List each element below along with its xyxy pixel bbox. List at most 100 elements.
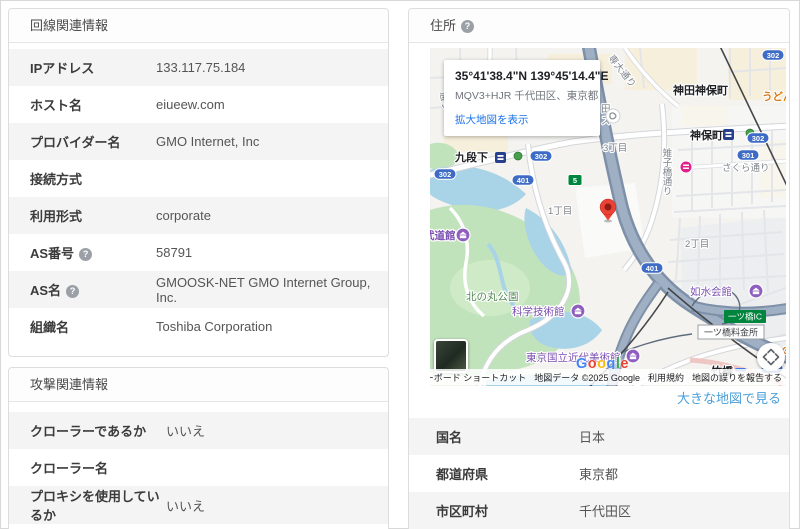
- poi-label-josui-kaikan: 如水会館: [690, 285, 732, 298]
- ic-badge-label: 一ツ橋IC: [728, 312, 762, 322]
- line-info-card: 回線関連情報 IPアドレス133.117.75.184 ホスト名eiueew.c…: [8, 8, 389, 357]
- attack-info-header: 攻撃関連情報: [9, 368, 388, 402]
- row-value: GMOOSK-NET GMO Internet Group, Inc.: [156, 275, 378, 305]
- svg-text:302: 302: [767, 51, 780, 60]
- table-row: AS名?GMOOSK-NET GMO Internet Group, Inc.: [9, 271, 388, 308]
- google-map[interactable]: 専大通り 通り 田 ス 3丁目 1丁目 2丁目 さくら通り 雉子橋通り 神田神保…: [430, 48, 786, 386]
- tollgate-badge-label: 一ツ橋料金所: [704, 327, 758, 338]
- row-label: AS名?: [30, 280, 156, 299]
- route-shield-401: 401: [512, 175, 534, 186]
- row-label: プロキシを使用しているか: [30, 486, 166, 524]
- address-card: 住所?: [408, 8, 790, 529]
- keyboard-shortcuts-button[interactable]: キーボード ショートカット: [430, 369, 530, 385]
- row-value: Toshiba Corporation: [156, 319, 272, 334]
- route-shield-302: 302: [434, 169, 456, 180]
- address-header: 住所?: [409, 9, 789, 43]
- svg-text:302: 302: [439, 170, 452, 179]
- row-value: GMO Internet, Inc: [156, 134, 259, 149]
- report-error-link[interactable]: 地図の誤りを報告する: [688, 369, 786, 385]
- street-label-sakura-dori: さくら通り: [722, 163, 770, 174]
- row-label: プロバイダー名: [30, 132, 156, 151]
- table-row: 市区町村千代田区: [409, 492, 789, 529]
- table-row: IPアドレス133.117.75.184: [9, 49, 388, 86]
- tree-icon: [514, 152, 522, 160]
- table-row: 国名日本: [409, 418, 789, 455]
- row-value: corporate: [156, 208, 211, 223]
- map-attribution: キーボード ショートカット 地図データ ©2025 Google 利用規約 地図…: [430, 369, 786, 385]
- plus-code-label: MQV3+HJR 千代田区、東京都: [455, 88, 589, 103]
- table-row: 都道府県東京都: [409, 455, 789, 492]
- attack-info-card: 攻撃関連情報 クローラーであるかいいえ クローラー名 プロキシを使用しているかい…: [8, 367, 389, 529]
- table-row: 利用形式corporate: [9, 197, 388, 234]
- table-row: プロキシを使用しているかいいえ: [9, 486, 388, 524]
- street-label-1chome: 1丁目: [548, 206, 572, 217]
- address-rows: 国名日本 都道府県東京都 市区町村千代田区: [409, 418, 789, 529]
- enlarge-map-link[interactable]: 拡大地図を表示: [455, 112, 589, 127]
- route-shield-401: 401: [641, 263, 663, 274]
- attack-info-rows: クローラーであるかいいえ クローラー名 プロキシを使用しているかいいえ: [9, 412, 388, 524]
- metro-station-icon: [723, 129, 734, 140]
- pan-control[interactable]: [757, 343, 785, 371]
- svg-text:301: 301: [742, 151, 755, 160]
- view-larger-map-link[interactable]: 大きな地図で見る: [677, 391, 781, 406]
- route-shield-302: 302: [747, 133, 769, 144]
- svg-text:5: 5: [573, 176, 577, 185]
- station-label-jimbocho: 神保町: [690, 128, 723, 142]
- station-label-kudanshita: 九段下: [454, 150, 488, 164]
- row-label: 利用形式: [30, 206, 156, 225]
- route-shield-301: 301: [737, 150, 759, 161]
- row-value: eiueew.com: [156, 97, 225, 112]
- route-shield-302: 302: [530, 151, 552, 162]
- row-label: IPアドレス: [30, 58, 156, 77]
- svg-text:401: 401: [517, 176, 530, 185]
- row-label: 接続方式: [30, 169, 156, 188]
- metro-station-icon: [495, 152, 506, 163]
- map-data-label: 地図データ ©2025 Google: [530, 369, 644, 385]
- map-info-card: 35°41'38.4"N 139°45'14.4"E MQV3+HJR 千代田区…: [444, 60, 600, 136]
- view-larger-row: 大きな地図で見る: [409, 386, 781, 412]
- row-value: 日本: [579, 427, 605, 446]
- table-row: 組織名Toshiba Corporation: [9, 308, 388, 345]
- help-icon[interactable]: ?: [461, 20, 474, 33]
- table-row: AS番号?58791: [9, 234, 388, 271]
- row-value: いいえ: [166, 421, 205, 440]
- table-row: クローラーであるかいいえ: [9, 412, 388, 449]
- poi-label-science-museum: 科学技術館: [512, 305, 565, 318]
- row-value: 58791: [156, 245, 192, 260]
- locality-label-kanda-jimbocho: 神田神保町: [673, 83, 728, 97]
- line-info-header: 回線関連情報: [9, 9, 388, 43]
- street-label-3chome: 3丁目: [603, 143, 627, 154]
- table-row: ホスト名eiueew.com: [9, 86, 388, 123]
- help-icon[interactable]: ?: [79, 248, 92, 261]
- museum-icon: [749, 284, 763, 298]
- poi-label-udon: うどん: [762, 90, 786, 103]
- museum-icon: [571, 304, 585, 318]
- row-label: クローラーであるか: [30, 421, 166, 440]
- museum-icon: [456, 228, 470, 242]
- row-value: 千代田区: [579, 501, 631, 520]
- row-label: 国名: [436, 427, 579, 446]
- poi-icon: [606, 109, 620, 123]
- row-label: 都道府県: [436, 464, 579, 483]
- poi-label-budokan: 武道館: [430, 229, 456, 242]
- row-value: 133.117.75.184: [156, 60, 245, 75]
- svg-text:401: 401: [646, 264, 659, 273]
- street-label-2chome: 2丁目: [685, 239, 709, 250]
- park-label-kitanomaru: 北の丸公園: [466, 290, 519, 303]
- table-row: プロバイダー名GMO Internet, Inc: [9, 123, 388, 160]
- expressway-shield-5: 5: [568, 175, 582, 186]
- page: 回線関連情報 IPアドレス133.117.75.184 ホスト名eiueew.c…: [0, 0, 800, 529]
- help-icon[interactable]: ?: [66, 285, 79, 298]
- row-label: 組織名: [30, 317, 156, 336]
- svg-text:302: 302: [752, 134, 765, 143]
- table-row: クローラー名: [9, 449, 388, 486]
- line-info-rows: IPアドレス133.117.75.184 ホスト名eiueew.com プロバイ…: [9, 49, 388, 345]
- satellite-view-toggle[interactable]: [434, 339, 468, 373]
- row-label: ホスト名: [30, 95, 156, 114]
- table-row: 接続方式: [9, 160, 388, 197]
- row-label: AS番号?: [30, 243, 156, 262]
- coordinates-label: 35°41'38.4"N 139°45'14.4"E: [455, 69, 589, 83]
- terms-link[interactable]: 利用規約: [644, 369, 688, 385]
- row-value: いいえ: [166, 496, 205, 515]
- street-label-kijibashi-dori: 雉子橋通り: [661, 147, 673, 195]
